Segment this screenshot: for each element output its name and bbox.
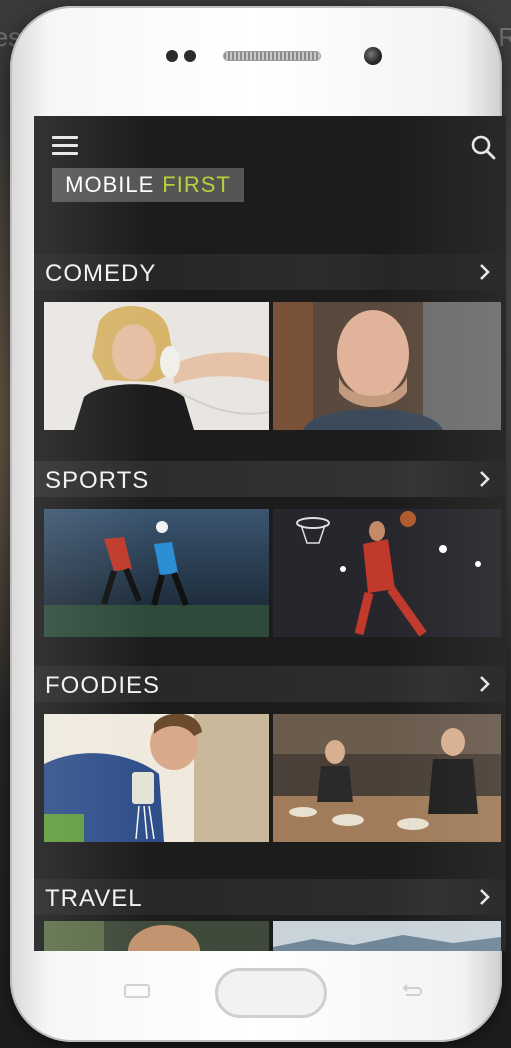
logo-text-first: FIRST bbox=[162, 172, 231, 197]
front-camera bbox=[364, 47, 382, 65]
section-title: TRAVEL bbox=[45, 885, 143, 912]
chevron-right-icon[interactable] bbox=[478, 674, 492, 694]
mountain-landscape-photo[interactable] bbox=[273, 921, 501, 951]
smiling-comedian-photo[interactable] bbox=[273, 302, 501, 430]
section-title: COMEDY bbox=[45, 260, 157, 287]
section-title: FOODIES bbox=[45, 672, 161, 699]
comedian-with-telephone-photo[interactable] bbox=[44, 302, 269, 430]
sensor-dots bbox=[166, 50, 196, 62]
section-header[interactable]: FOODIES bbox=[34, 666, 506, 702]
chevron-right-icon[interactable] bbox=[478, 887, 492, 907]
basketball-dunk-photo[interactable] bbox=[273, 509, 501, 637]
background-text-right: R bbox=[498, 22, 511, 52]
section-sports: SPORTS bbox=[34, 461, 506, 641]
app-screen: MOBILΕ FIRST COMEDY SPORTS FOODIES TRAVE… bbox=[34, 116, 506, 951]
search-icon[interactable] bbox=[470, 134, 496, 160]
section-header[interactable]: SPORTS bbox=[34, 461, 506, 497]
section-header[interactable]: TRAVEL bbox=[34, 879, 506, 915]
restaurant-kitchen-photo[interactable] bbox=[273, 714, 501, 842]
section-travel: TRAVEL bbox=[34, 879, 506, 951]
section-title: SPORTS bbox=[45, 467, 150, 494]
home-button[interactable] bbox=[215, 968, 327, 1018]
hamburger-menu-icon[interactable] bbox=[52, 136, 78, 156]
chef-seasoning-dish-photo[interactable] bbox=[44, 714, 269, 842]
chevron-right-icon[interactable] bbox=[478, 469, 492, 489]
app-logo[interactable]: MOBILΕ FIRST bbox=[52, 168, 244, 202]
section-header[interactable]: COMEDY bbox=[34, 254, 506, 290]
recent-apps-key[interactable] bbox=[124, 984, 150, 998]
section-comedy: COMEDY bbox=[34, 254, 506, 434]
earpiece-speaker bbox=[224, 52, 320, 60]
section-foodies: FOODIES bbox=[34, 666, 506, 846]
chevron-right-icon[interactable] bbox=[478, 262, 492, 282]
travel-person-photo[interactable] bbox=[44, 921, 269, 951]
phone-mockup: MOBILΕ FIRST COMEDY SPORTS FOODIES TRAVE… bbox=[10, 6, 506, 1042]
back-key-icon[interactable] bbox=[398, 984, 424, 998]
soccer-players-photo[interactable] bbox=[44, 509, 269, 637]
logo-text-mobile: MOBILΕ bbox=[65, 172, 155, 197]
